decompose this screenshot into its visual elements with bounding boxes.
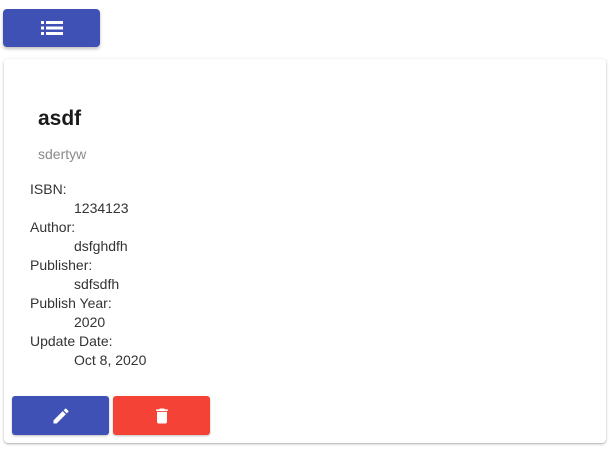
book-subtitle: sdertyw — [38, 146, 87, 162]
author-label: Author: — [30, 219, 76, 235]
isbn-label: ISBN: — [30, 181, 67, 197]
update-date-value: Oct 8, 2020 — [74, 352, 147, 368]
update-date-label: Update Date: — [30, 333, 113, 349]
delete-button[interactable] — [113, 396, 210, 435]
list-icon — [40, 21, 63, 35]
card-actions — [12, 396, 210, 435]
publisher-value: sdfsdfh — [74, 276, 120, 292]
book-title: asdf — [38, 107, 82, 130]
publish-year-label: Publish Year: — [30, 295, 112, 311]
isbn-value: 1234123 — [74, 200, 129, 216]
book-details: ISBN: 1234123 Author: dsfghdfh Publisher… — [30, 180, 146, 370]
publish-year-value: 2020 — [74, 314, 106, 330]
author-value: dsfghdfh — [74, 238, 128, 254]
publisher-label: Publisher: — [30, 257, 93, 273]
pencil-icon — [51, 406, 71, 426]
book-card: asdf sdertyw ISBN: 1234123 Author: dsfgh… — [4, 59, 606, 443]
trash-icon — [152, 405, 172, 427]
edit-button[interactable] — [12, 396, 109, 435]
list-view-button[interactable] — [3, 9, 100, 47]
